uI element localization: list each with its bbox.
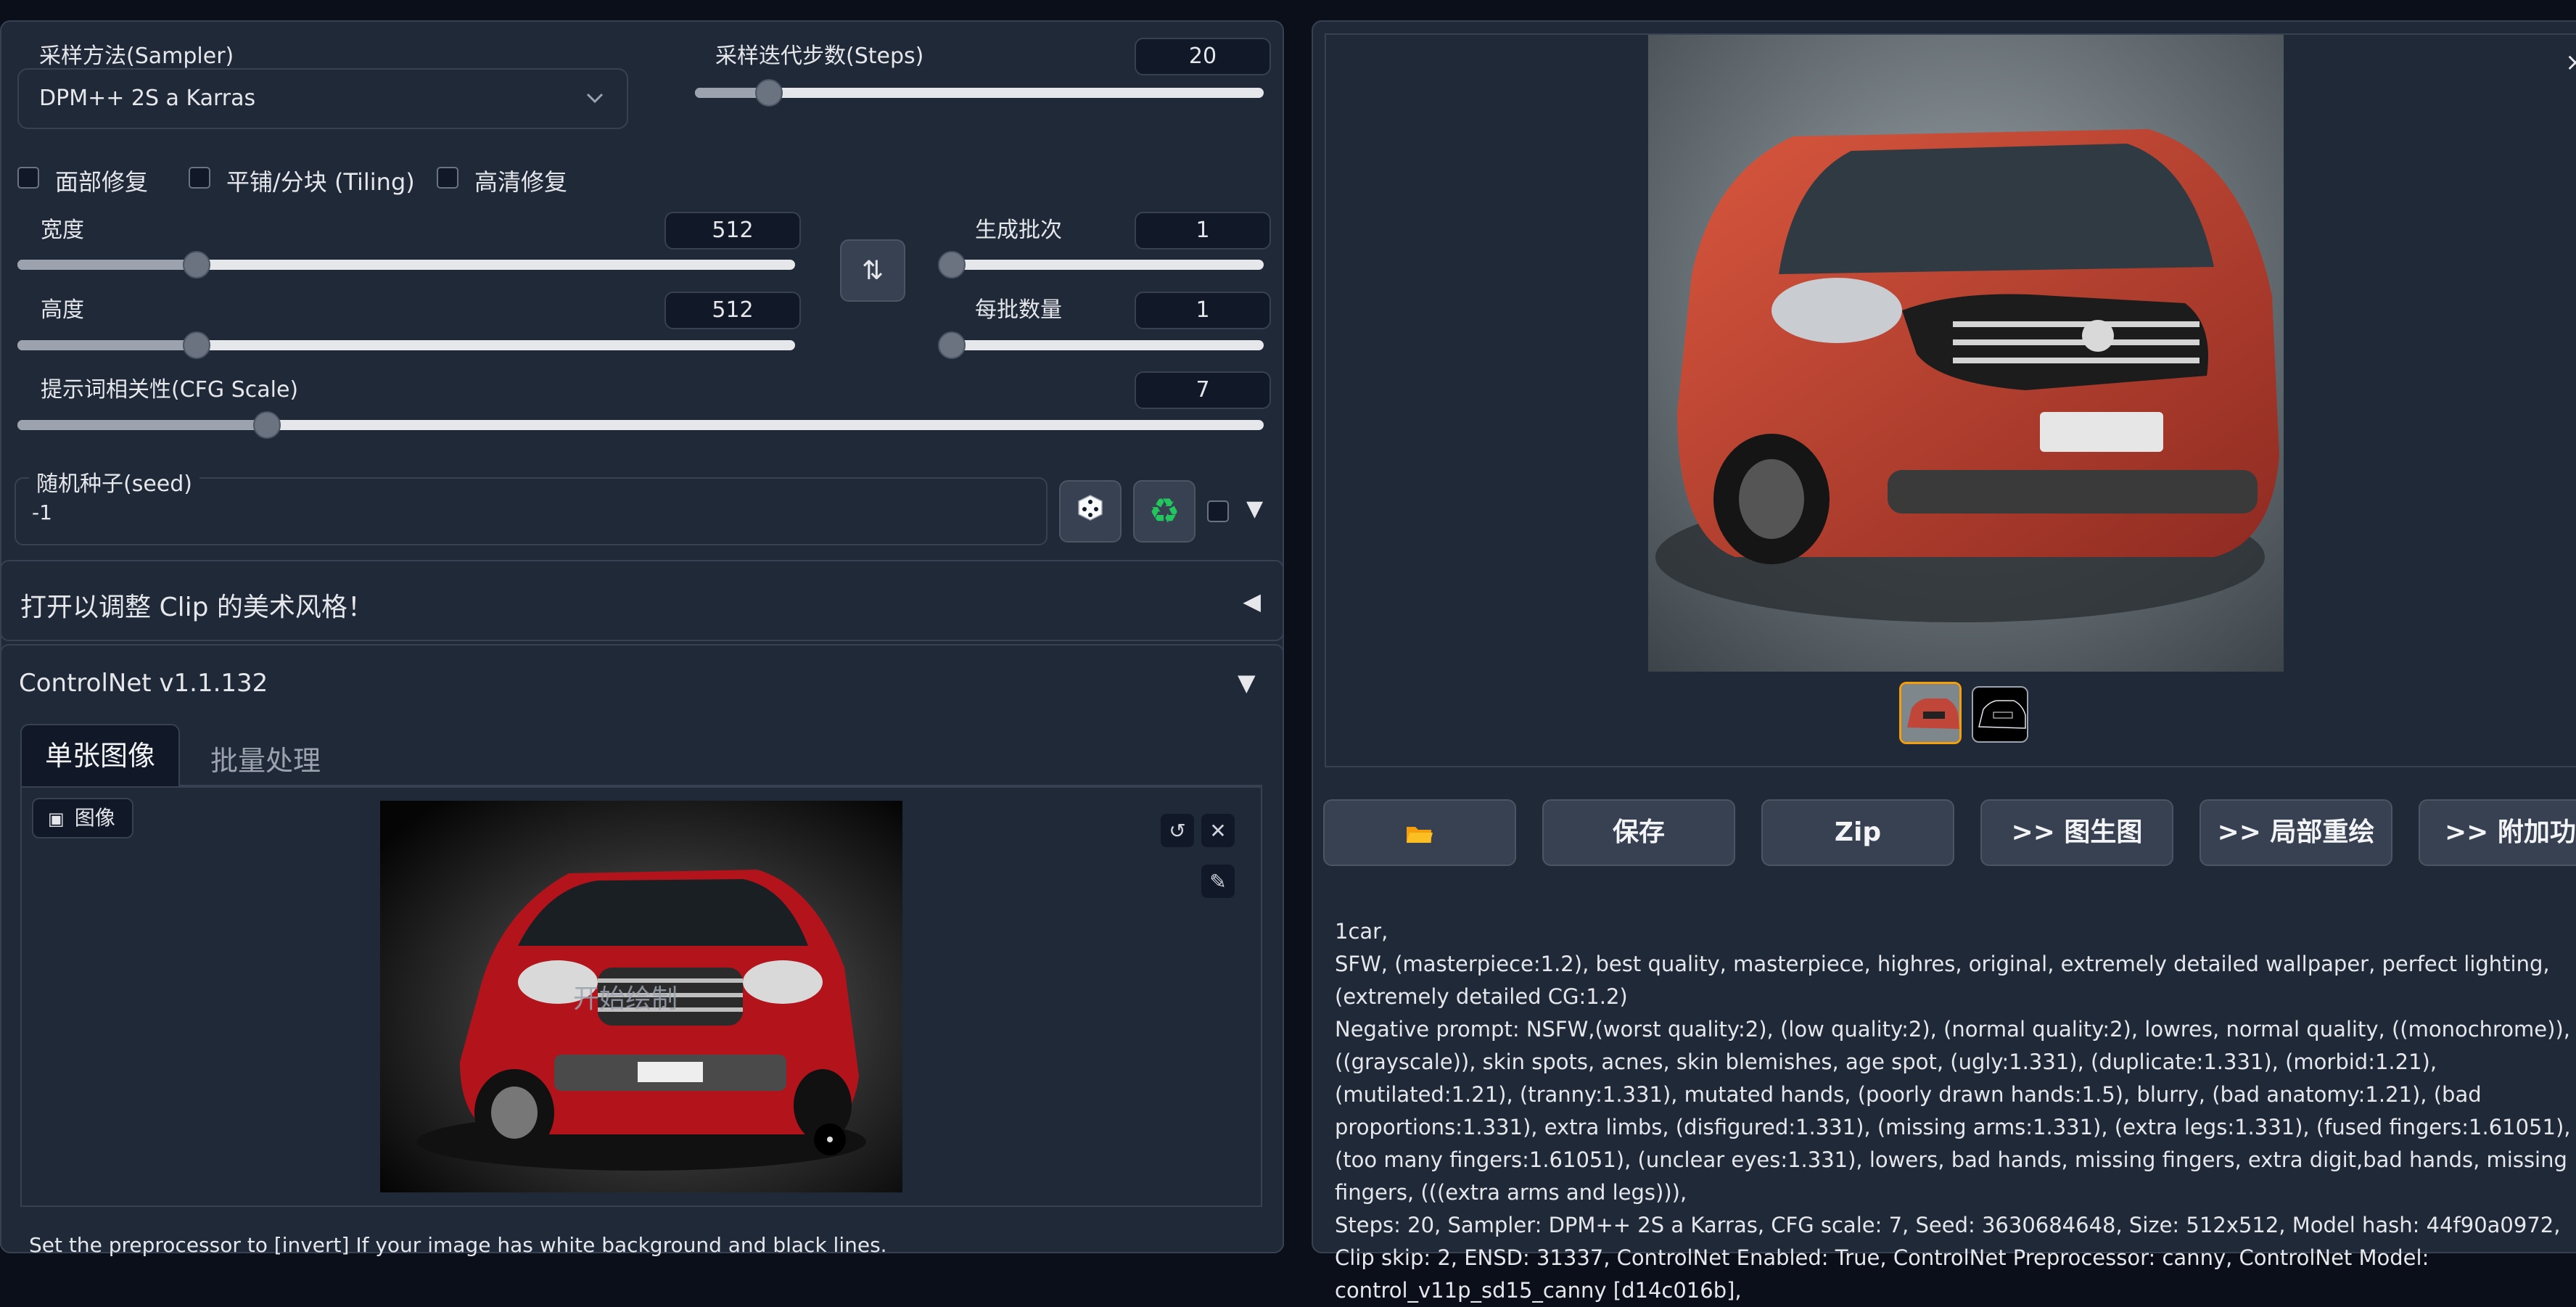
hires-fix-label: 高清修复: [474, 168, 568, 196]
steps-input[interactable]: 20: [1135, 38, 1271, 75]
close-icon[interactable]: ✕: [1201, 814, 1235, 847]
height-slider[interactable]: [17, 331, 795, 359]
steps-label: 采样迭代步数(Steps): [708, 38, 931, 70]
recycle-icon: ♻: [1148, 491, 1180, 532]
swap-dimensions-button[interactable]: ⇅: [840, 239, 905, 302]
batch-size-input[interactable]: 1: [1135, 292, 1271, 329]
seed-label: 随机种子(seed): [29, 466, 199, 498]
clip-style-accordion[interactable]: 打开以调整 Clip 的美术风格！ ◀: [0, 560, 1284, 641]
batch-size-slider[interactable]: [938, 331, 1264, 359]
send-to-img2img-button[interactable]: >> 图生图: [1980, 799, 2173, 866]
height-slider-handle[interactable]: [182, 331, 210, 359]
zip-button[interactable]: Zip: [1761, 799, 1954, 866]
reuse-seed-button[interactable]: ♻: [1133, 480, 1196, 543]
steps-slider[interactable]: [695, 79, 1264, 107]
brush-icon[interactable]: ✎: [1201, 865, 1235, 898]
width-input[interactable]: 512: [664, 212, 801, 250]
steps-slider-handle[interactable]: [754, 79, 783, 107]
info-prompt-tags: SFW, (masterpiece:1.2), best quality, ma…: [1335, 952, 2550, 1009]
image-icon: ▣: [48, 809, 65, 829]
gallery-thumbnail-1[interactable]: [1899, 682, 1962, 744]
sampler-value: DPM++ 2S a Karras: [39, 86, 256, 111]
cfg-slider-fill: [17, 420, 267, 430]
image-tag: ▣ 图像: [32, 798, 133, 838]
collapse-arrow-icon: ◀: [1243, 587, 1261, 615]
save-button[interactable]: 保存: [1542, 799, 1735, 866]
cfg-input[interactable]: 7: [1135, 371, 1271, 409]
batch-count-input[interactable]: 1: [1135, 212, 1271, 250]
batch-count-label: 生成批次: [975, 218, 1062, 243]
tab-batch[interactable]: 批量处理: [210, 738, 321, 778]
gallery-close-icon[interactable]: ×: [2565, 48, 2576, 77]
start-drawing-overlay: 开始绘制: [573, 984, 678, 1014]
extra-seed-checkbox[interactable]: [1207, 500, 1229, 522]
dice-icon: [1076, 493, 1105, 530]
info-parameters: Steps: 20, Sampler: DPM++ 2S a Karras, C…: [1335, 1213, 2567, 1303]
info-prompt: 1car,: [1335, 919, 1388, 944]
width-slider-handle[interactable]: [182, 251, 210, 279]
random-seed-button[interactable]: [1059, 480, 1122, 543]
batch-size-label: 每批数量: [975, 297, 1062, 323]
controlnet-title[interactable]: ControlNet v1.1.132: [19, 669, 268, 698]
controlnet-hint: Set the preprocessor to [invert] If your…: [29, 1233, 887, 1257]
undo-icon[interactable]: ↺: [1161, 814, 1194, 847]
gallery-thumbnail-2[interactable]: [1972, 686, 2028, 743]
open-folder-button[interactable]: [1323, 799, 1516, 866]
tiling-label: 平铺/分块 (Tiling): [226, 168, 415, 196]
send-to-inpaint-button[interactable]: >> 局部重绘: [2200, 799, 2392, 866]
width-label: 宽度: [41, 218, 84, 243]
height-input[interactable]: 512: [664, 292, 801, 329]
cfg-slider-handle[interactable]: [252, 411, 281, 439]
swap-vertical-icon: ⇅: [861, 255, 884, 286]
seed-value: -1: [32, 500, 52, 524]
batch-count-slider-handle[interactable]: [938, 251, 966, 279]
width-slider[interactable]: [17, 251, 795, 279]
tiling-checkbox[interactable]: [189, 167, 210, 189]
width-slider-fill: [17, 260, 197, 270]
clip-style-title: 打开以调整 Clip 的美术风格！: [20, 593, 374, 622]
face-restore-label: 面部修复: [55, 168, 149, 196]
send-to-extras-button[interactable]: >> 附加功能: [2419, 799, 2576, 866]
chevron-down-icon: [585, 70, 605, 150]
sampler-label: 采样方法(Sampler): [32, 38, 242, 70]
cfg-slider[interactable]: [17, 411, 1264, 439]
generation-info: 1car, SFW, (masterpiece:1.2), best qualit…: [1335, 915, 2576, 1307]
image-tag-label: 图像: [74, 806, 115, 830]
height-label: 高度: [41, 297, 84, 323]
cfg-label: 提示词相关性(CFG Scale): [41, 377, 299, 403]
generated-image[interactable]: [1648, 35, 2284, 672]
face-restore-checkbox[interactable]: [17, 167, 39, 189]
batch-count-slider[interactable]: [938, 251, 1264, 279]
folder-icon: [1405, 817, 1434, 847]
info-negative-prompt: Negative prompt: NSFW,(worst quality:2),…: [1335, 1017, 2571, 1205]
hires-fix-checkbox[interactable]: [437, 167, 458, 189]
batch-size-slider-handle[interactable]: [938, 331, 966, 359]
extra-seed-toggle[interactable]: ▼: [1246, 496, 1263, 521]
tab-single-image[interactable]: 单张图像: [20, 724, 180, 788]
sampler-dropdown[interactable]: DPM++ 2S a Karras: [17, 68, 628, 129]
height-slider-fill: [17, 340, 197, 350]
